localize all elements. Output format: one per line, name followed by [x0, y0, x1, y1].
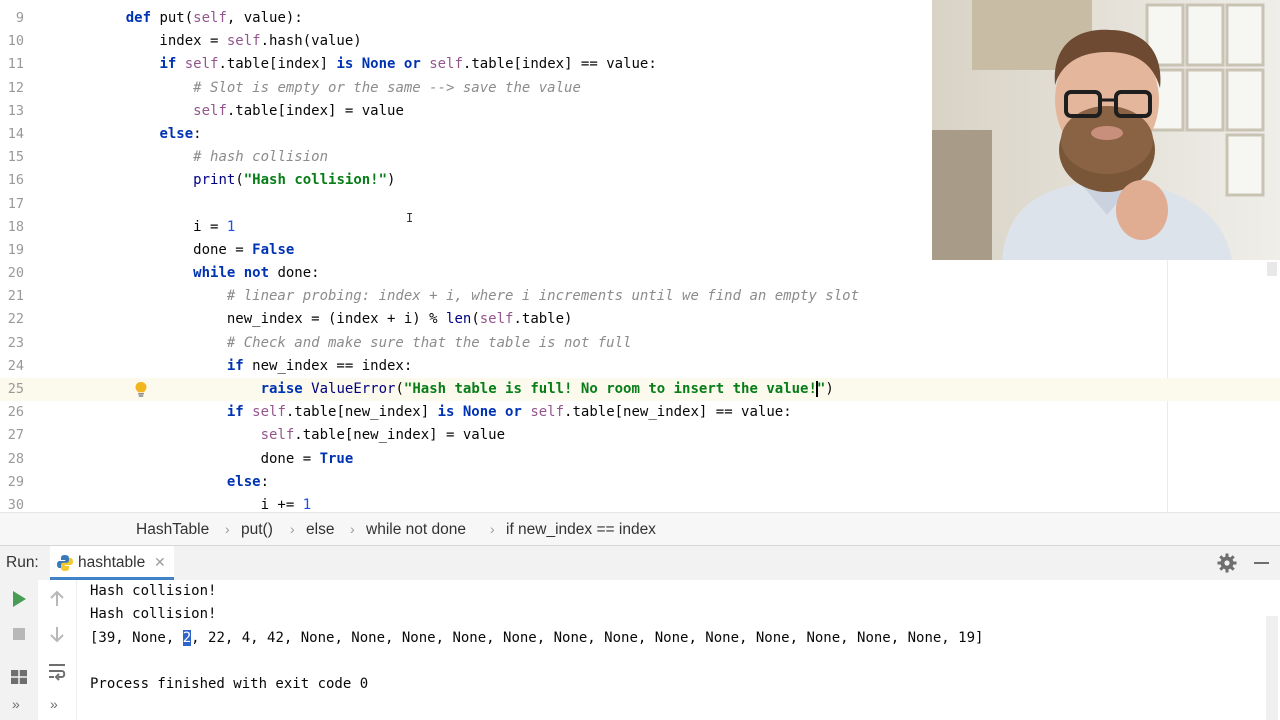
- run-label: Run:: [6, 554, 39, 571]
- line-number: 30: [7, 496, 24, 512]
- more-icon[interactable]: »: [12, 696, 20, 712]
- line-number: 22: [7, 311, 24, 328]
- console-text-after-selection: , 22, 4, 42, None, None, None, None, Non…: [191, 629, 984, 646]
- line-number: 14: [7, 125, 24, 142]
- editor-scrollbar-mark[interactable]: [1267, 262, 1277, 276]
- code-line[interactable]: 20 while not done:: [0, 262, 1280, 285]
- code-line[interactable]: 26 if self.table[new_index] is None or s…: [0, 401, 1280, 424]
- line-number: 29: [7, 473, 24, 490]
- python-icon: [57, 555, 73, 571]
- code-text: new_index = (index + i) % len(self.table…: [92, 311, 573, 328]
- console-line: Hash collision!: [90, 583, 217, 599]
- code-text: if new_index == index:: [226, 357, 413, 374]
- code-text: self.table[new_index] = value: [260, 427, 506, 444]
- breadcrumb-item-method[interactable]: put(): [241, 521, 273, 539]
- line-number: 9: [15, 10, 24, 26]
- line-number: 12: [7, 79, 24, 96]
- console-text-before-selection: [39, None,: [90, 629, 183, 646]
- code-line[interactable]: 21 # linear probing: index + i, where i …: [0, 285, 1280, 308]
- code-text: i += 1: [92, 496, 312, 512]
- run-console-panel: » » Hash collision! Hash collision! [39,…: [0, 580, 1280, 720]
- code-text: def put(self, value):: [125, 10, 303, 26]
- code-line[interactable]: 28 done = True: [0, 448, 1280, 471]
- console-line: Hash collision!: [90, 606, 217, 623]
- stop-icon[interactable]: [8, 623, 30, 645]
- line-number: 20: [7, 265, 24, 282]
- line-number: 28: [7, 450, 24, 467]
- layout-icon[interactable]: [8, 666, 30, 688]
- code-text: print("Hash collision!"): [193, 172, 396, 189]
- line-number: 13: [7, 102, 24, 119]
- code-editor[interactable]: 9 def put(self, value): 10 index = self.…: [0, 0, 1280, 512]
- console-output[interactable]: Hash collision! Hash collision! [39, Non…: [90, 580, 1260, 696]
- run-tab-label: hashtable: [78, 554, 146, 571]
- line-number: 16: [7, 172, 24, 189]
- code-line[interactable]: 22 new_index = (index + i) % len(self.ta…: [0, 308, 1280, 331]
- code-text: if self.table[index] is None or self.tab…: [159, 56, 657, 73]
- code-line[interactable]: 29 else:: [0, 471, 1280, 494]
- breadcrumb-item-if[interactable]: if new_index == index: [506, 521, 656, 539]
- code-line[interactable]: 30 i += 1: [0, 494, 1280, 512]
- code-text: if self.table[new_index] is None or self…: [226, 404, 792, 421]
- code-text: done = True: [92, 450, 354, 467]
- line-number: 19: [7, 241, 24, 258]
- chevron-right-icon: ›: [350, 521, 355, 537]
- line-number: 21: [7, 288, 24, 305]
- line-number: 18: [7, 218, 24, 235]
- code-text: done = False: [92, 241, 295, 258]
- chevron-right-icon: ›: [290, 521, 295, 537]
- line-number: 23: [7, 334, 24, 351]
- code-text: self.table[index] = value: [193, 102, 404, 119]
- arrow-up-icon[interactable]: [46, 588, 68, 610]
- run-tool-window-header: Run: hashtable ✕: [0, 545, 1280, 581]
- minimize-icon[interactable]: [1254, 562, 1269, 564]
- run-toolbar: »: [0, 580, 39, 720]
- code-text: else:: [159, 125, 202, 142]
- selected-text: 2: [182, 629, 192, 646]
- console-line-exit: Process finished with exit code 0: [90, 676, 369, 693]
- code-text: index = self.hash(value): [92, 33, 362, 50]
- code-line[interactable]: 23 # Check and make sure that the table …: [0, 332, 1280, 355]
- line-number: 17: [7, 195, 24, 212]
- gear-icon[interactable]: [1217, 553, 1237, 573]
- chevron-right-icon: ›: [490, 521, 495, 537]
- code-text: # linear probing: index + i, where i inc…: [226, 288, 860, 305]
- breadcrumb: HashTable › put() › else › while not don…: [0, 512, 1280, 546]
- mouse-ibeam-cursor: I: [406, 211, 414, 225]
- run-tab-hashtable[interactable]: hashtable ✕: [50, 546, 174, 580]
- code-text: i = 1: [92, 218, 236, 235]
- close-icon[interactable]: ✕: [154, 554, 166, 571]
- webcam-overlay: [932, 0, 1280, 260]
- line-number: 10: [7, 33, 24, 50]
- line-number: 11: [7, 56, 24, 73]
- code-text: # hash collision: [193, 149, 329, 166]
- code-text: # Slot is empty or the same --> save the…: [193, 79, 581, 96]
- run-icon[interactable]: [8, 588, 30, 610]
- code-text: while not done:: [193, 265, 320, 282]
- code-text: raise ValueError("Hash table is full! No…: [260, 381, 834, 397]
- line-number: 25: [7, 381, 24, 397]
- console-scrollbar[interactable]: [1266, 616, 1278, 720]
- line-number: 24: [7, 357, 24, 374]
- breadcrumb-item-else[interactable]: else: [306, 521, 334, 539]
- arrow-down-icon[interactable]: [46, 623, 68, 645]
- console-line-list: [39, None, 2, 22, 4, 42, None, None, Non…: [90, 627, 1260, 650]
- breadcrumb-item-while[interactable]: while not done: [366, 521, 466, 539]
- line-number: 27: [7, 427, 24, 444]
- console-toolbar: »: [38, 580, 77, 720]
- code-line-current[interactable]: 25 raise ValueError("Hash table is full!…: [0, 378, 1280, 402]
- code-text: # Check and make sure that the table is …: [226, 334, 632, 351]
- more-icon[interactable]: »: [50, 696, 58, 712]
- chevron-right-icon: ›: [225, 521, 230, 537]
- line-number: 26: [7, 404, 24, 421]
- code-line[interactable]: 24 if new_index == index:: [0, 355, 1280, 378]
- soft-wrap-icon[interactable]: [46, 660, 68, 682]
- code-text: else:: [226, 473, 270, 490]
- breadcrumb-item-class[interactable]: HashTable: [136, 521, 209, 539]
- text-caret: [815, 381, 818, 397]
- code-line[interactable]: 27 self.table[new_index] = value: [0, 424, 1280, 447]
- line-number: 15: [7, 149, 24, 166]
